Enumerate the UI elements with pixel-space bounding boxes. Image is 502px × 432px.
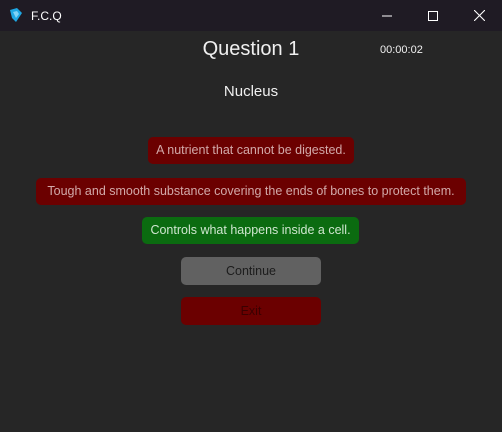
answer-option-1[interactable]: A nutrient that cannot be digested. [148, 137, 354, 164]
app-logo-icon [8, 7, 24, 23]
answer-option-2[interactable]: Tough and smooth substance covering the … [36, 178, 466, 205]
window-title: F.C.Q [31, 9, 62, 23]
maximize-button[interactable] [410, 0, 456, 31]
minimize-button[interactable] [364, 0, 410, 31]
quiz-window: F.C.Q Question 1 00:00:02 Nucleus A nutr… [0, 0, 502, 432]
answer-option-3[interactable]: Controls what happens inside a cell. [142, 217, 359, 244]
minimize-icon [382, 11, 392, 21]
continue-button[interactable]: Continue [181, 257, 321, 285]
close-button[interactable] [456, 0, 502, 31]
maximize-icon [428, 10, 438, 21]
exit-button[interactable]: Exit [181, 297, 321, 325]
close-icon [473, 10, 485, 21]
question-title: Question 1 [202, 38, 300, 60]
title-bar[interactable]: F.C.Q [0, 0, 502, 31]
term-label: Nucleus [223, 83, 279, 100]
timer-display: 00:00:02 [380, 44, 423, 56]
